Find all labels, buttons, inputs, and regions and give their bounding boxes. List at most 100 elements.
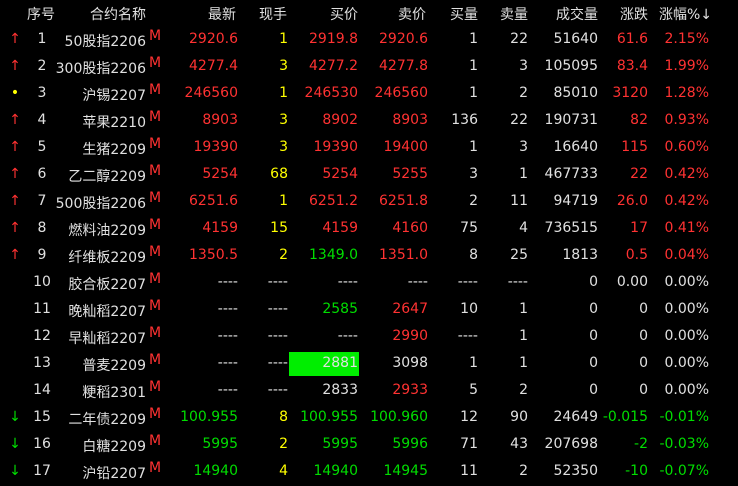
bid-qty: 11 (460, 463, 478, 479)
bid-qty: ---- (457, 274, 478, 290)
bid-price: 4277.2 (309, 58, 358, 74)
bid-qty: 2 (469, 193, 478, 209)
volume: 1813 (562, 247, 598, 263)
change: 22 (630, 166, 648, 182)
volume: 0 (589, 328, 598, 344)
change-pct: 0.00% (664, 274, 709, 290)
table-row[interactable]: 10 胶合板2207 M ---- ---- ---- ---- ---- ---- 0 0.00 0… (0, 270, 738, 297)
ask-qty: 90 (510, 409, 528, 425)
volume: 467733 (544, 166, 598, 182)
change-pct: -0.07% (659, 463, 709, 479)
main-contract-badge: M (149, 352, 162, 368)
table-row[interactable]: ↓ 15 二年债2209 M 100.955 8 100.955 100.960 12 90 246… (0, 405, 738, 432)
col-header-volume[interactable]: 成交量 (556, 4, 598, 24)
volume: 94719 (553, 193, 598, 209)
ask-price: 100.960 (370, 409, 428, 425)
current-hand: ---- (267, 301, 288, 317)
bid-price: 2833 (322, 382, 358, 398)
bid-qty: 1 (469, 31, 478, 47)
current-hand: ---- (267, 274, 288, 290)
change: 26.0 (616, 193, 648, 209)
change-pct: 1.99% (664, 58, 709, 74)
bid-qty: 1 (469, 85, 478, 101)
col-header-hand[interactable]: 现手 (259, 4, 287, 24)
bid-price: 5995 (322, 436, 358, 452)
ask-qty: 1 (519, 166, 528, 182)
contract-name: 500股指2206 (55, 196, 146, 212)
bid-qty: 136 (451, 112, 478, 128)
contract-name: 纤维板2209 (68, 250, 146, 266)
col-header-bid-qty[interactable]: 买量 (450, 4, 478, 24)
col-header-ask[interactable]: 卖价 (398, 4, 426, 24)
current-hand: 3 (279, 139, 288, 155)
col-header-change-pct[interactable]: 涨幅%↓ (659, 4, 712, 24)
main-contract-badge: M (149, 379, 162, 395)
bid-qty: 10 (460, 301, 478, 317)
table-row[interactable]: • 3 沪锡2207 M 246560 1 246530 246560 1 2 85010 3120 1… (0, 81, 738, 108)
last-price: 8903 (202, 112, 238, 128)
volume: 16640 (553, 139, 598, 155)
table-row[interactable]: ↓ 17 沪铅2207 M 14940 4 14940 14945 11 2 52350 -10 -0.… (0, 459, 738, 486)
col-header-bid[interactable]: 买价 (330, 4, 358, 24)
change: 0 (639, 301, 648, 317)
ask-qty: 1 (519, 301, 528, 317)
col-header-change[interactable]: 涨跌 (620, 4, 648, 24)
current-hand: 15 (270, 220, 288, 236)
main-contract-badge: M (149, 244, 162, 260)
volume: 0 (589, 274, 598, 290)
table-row[interactable]: 11 晚籼稻2207 M ---- ---- 2585 2647 10 1 0 0 0.00% (0, 297, 738, 324)
volume: 190731 (544, 112, 598, 128)
table-row[interactable]: ↑ 8 燃料油2209 M 4159 15 4159 4160 75 4 736515 17 0.41% (0, 216, 738, 243)
table-row[interactable]: ↑ 7 500股指2206 M 6251.6 1 6251.2 6251.8 2 11 94719 2… (0, 189, 738, 216)
last-price: 19390 (193, 139, 238, 155)
ask-qty: 3 (519, 58, 528, 74)
main-contract-badge: M (149, 325, 162, 341)
table-row[interactable]: 13 普麦2209 M ---- ---- 2881 3098 1 1 0 0 0.00% (0, 351, 738, 378)
contract-name: 普麦2209 (82, 358, 146, 374)
last-price: 5995 (202, 436, 238, 452)
last-price: ---- (217, 355, 238, 371)
table-row[interactable]: ↑ 2 300股指2206 M 4277.4 3 4277.2 4277.8 1 3 105095 8… (0, 54, 738, 81)
change: 3120 (612, 85, 648, 101)
current-hand: 3 (279, 58, 288, 74)
change-pct: 0.04% (664, 247, 709, 263)
bid-qty: 5 (469, 382, 478, 398)
contract-name: 生猪2209 (82, 142, 146, 158)
volume: 207698 (544, 436, 598, 452)
change: 0 (639, 355, 648, 371)
last-price: 100.955 (180, 409, 238, 425)
last-price: ---- (217, 328, 238, 344)
ask-price: 4277.8 (379, 58, 428, 74)
last-price: 6251.6 (189, 193, 238, 209)
col-header-ask-qty[interactable]: 卖量 (500, 4, 528, 24)
bid-price: 246530 (304, 85, 358, 101)
change: -2 (634, 436, 648, 452)
table-row[interactable]: ↑ 6 乙二醇2209 M 5254 68 5254 5255 3 1 467733 22 0.42% (0, 162, 738, 189)
volume: 105095 (544, 58, 598, 74)
bid-qty: 75 (460, 220, 478, 236)
bid-price: 1349.0 (309, 247, 358, 263)
current-hand: 1 (279, 85, 288, 101)
change-pct: 0.42% (664, 193, 709, 209)
table-row[interactable]: ↑ 9 纤维板2209 M 1350.5 2 1349.0 1351.0 8 25 1813 0.5 0… (0, 243, 738, 270)
last-price: 246560 (184, 85, 238, 101)
col-header-name[interactable]: 合约名称 (90, 4, 146, 24)
table-row[interactable]: 14 粳稻2301 M ---- ---- 2833 2933 5 2 0 0 0.00% (0, 378, 738, 405)
bid-qty: 1 (469, 355, 478, 371)
main-contract-badge: M (149, 190, 162, 206)
col-header-last[interactable]: 最新 (208, 4, 236, 24)
main-contract-badge: M (149, 406, 162, 422)
table-row[interactable]: 12 早籼稻2207 M ---- ---- ---- 2990 ---- 1 0 0 0.00% (0, 324, 738, 351)
col-header-index[interactable]: 序号 (27, 4, 55, 24)
current-hand: ---- (267, 382, 288, 398)
table-row[interactable]: ↑ 5 生猪2209 M 19390 3 19390 19400 1 3 16640 115 0.60% (0, 135, 738, 162)
ask-price: 4160 (392, 220, 428, 236)
table-row[interactable]: ↓ 16 白糖2209 M 5995 2 5995 5996 71 43 207698 -2 -0.03… (0, 432, 738, 459)
table-row[interactable]: ↑ 4 苹果2210 M 8903 3 8902 8903 136 22 190731 82 0.93% (0, 108, 738, 135)
ask-qty: 11 (510, 193, 528, 209)
ask-qty: 43 (510, 436, 528, 452)
ask-price: 2647 (392, 301, 428, 317)
change-pct: 0.00% (664, 355, 709, 371)
table-row[interactable]: ↑ 1 50股指2206 M 2920.6 1 2919.8 2920.6 1 22 51640 61… (0, 27, 738, 54)
bid-qty: 71 (460, 436, 478, 452)
